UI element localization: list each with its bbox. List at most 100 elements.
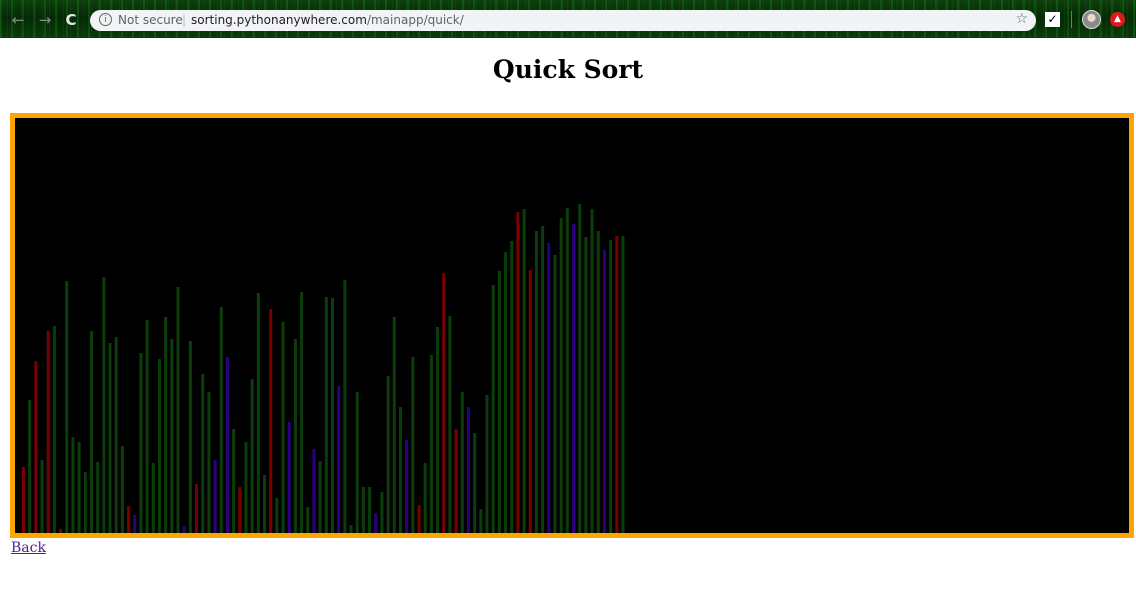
sort-bar [337, 386, 341, 533]
sort-bar [615, 236, 619, 533]
sort-bar [195, 484, 199, 533]
sort-bar [65, 281, 69, 533]
forward-icon[interactable]: → [36, 11, 54, 29]
sort-bar [361, 487, 365, 533]
sort-bar [565, 208, 569, 533]
address-bar[interactable]: i Not secure | sorting.pythonanywhere.co… [90, 10, 1036, 31]
sort-bar [269, 309, 273, 533]
sort-bar [89, 331, 93, 533]
sort-bar [170, 339, 174, 533]
sort-bar [454, 429, 458, 533]
sort-bar [312, 449, 316, 533]
sort-bar [281, 322, 285, 533]
sort-bar [300, 292, 304, 533]
address-separator: | [182, 13, 187, 27]
info-icon[interactable]: i [99, 13, 112, 26]
sort-bar [596, 231, 600, 533]
sort-bar [504, 252, 508, 533]
sort-bar [176, 287, 180, 533]
sort-bar [547, 243, 551, 533]
star-icon[interactable]: ☆ [1015, 11, 1028, 27]
sort-bar [318, 461, 322, 533]
sort-bar [244, 442, 248, 533]
sort-bar [40, 460, 44, 533]
sort-bar [442, 273, 446, 533]
sort-bar [516, 212, 520, 533]
sort-bar [411, 357, 415, 533]
sort-bar [59, 529, 63, 533]
sort-bar [584, 237, 588, 533]
sort-bar [355, 392, 359, 533]
sort-bar [114, 337, 118, 533]
sort-bar [534, 231, 538, 533]
sort-bar [263, 475, 267, 533]
sort-bar [133, 515, 137, 533]
sort-visualization-canvas [10, 113, 1134, 538]
sort-bar [473, 433, 477, 533]
back-link[interactable]: Back [11, 540, 46, 556]
sort-bar [287, 422, 291, 533]
sort-bar [491, 285, 495, 533]
browser-toolbar: ← → C i Not secure | sorting.pythonanywh… [0, 0, 1136, 38]
sort-bar [34, 361, 38, 533]
sort-bar [164, 317, 168, 533]
sort-bar [256, 293, 260, 533]
sort-bar [528, 270, 532, 533]
red-extension-icon[interactable]: ▲ [1110, 12, 1125, 27]
sort-bar [485, 395, 489, 533]
sort-bar [83, 472, 87, 533]
sort-bar [71, 437, 75, 533]
sort-bar [609, 240, 613, 533]
sort-bar [392, 317, 396, 533]
sort-bar [188, 341, 192, 533]
url-host: sorting.pythonanywhere.com [191, 13, 367, 27]
sort-bar [510, 241, 514, 533]
sort-bar [232, 429, 236, 533]
back-icon[interactable]: ← [9, 11, 27, 29]
toolbar-divider [1071, 11, 1072, 28]
sort-bar [96, 462, 100, 533]
reload-icon[interactable]: C [62, 11, 80, 29]
sort-bar [331, 298, 334, 533]
sort-bar [621, 236, 625, 533]
sort-bar [139, 353, 143, 533]
sort-bar [127, 506, 131, 533]
sort-bar [405, 440, 409, 533]
sort-bar [108, 343, 112, 533]
sort-bar [207, 392, 211, 533]
sort-bar [541, 226, 545, 533]
sort-bar [293, 339, 297, 533]
sort-bar [102, 277, 106, 533]
sort-bar [213, 460, 217, 533]
sort-bar [182, 526, 186, 533]
sort-bar [324, 297, 328, 533]
url-path: /mainapp/quick/ [366, 13, 464, 27]
todo-extension-icon[interactable]: ✓ [1045, 12, 1060, 27]
url-text[interactable]: sorting.pythonanywhere.com/mainapp/quick… [191, 13, 464, 27]
sort-bar [349, 525, 353, 533]
sort-bar [423, 463, 427, 533]
sort-bar [219, 307, 223, 533]
page-title: Quick Sort [492, 55, 644, 84]
sort-bar [590, 209, 594, 533]
sort-bar [466, 407, 470, 533]
sort-bar [460, 392, 464, 533]
sort-bar [522, 209, 526, 533]
sort-bar [275, 498, 279, 533]
sort-bar [553, 255, 557, 533]
sort-bar [250, 379, 254, 533]
sort-bar [151, 463, 155, 533]
sort-bar [436, 327, 440, 533]
sort-bar [52, 326, 56, 533]
sort-bar [374, 513, 378, 533]
sort-bar [343, 280, 347, 533]
sort-bar [120, 446, 124, 533]
sort-bar [46, 331, 50, 533]
bars-svg [22, 204, 625, 533]
sort-bar [201, 374, 205, 533]
sort-bar [368, 487, 372, 533]
sort-bar [306, 507, 310, 533]
sort-bar [479, 509, 483, 533]
sort-bar [602, 250, 606, 533]
profile-avatar[interactable] [1082, 10, 1101, 29]
